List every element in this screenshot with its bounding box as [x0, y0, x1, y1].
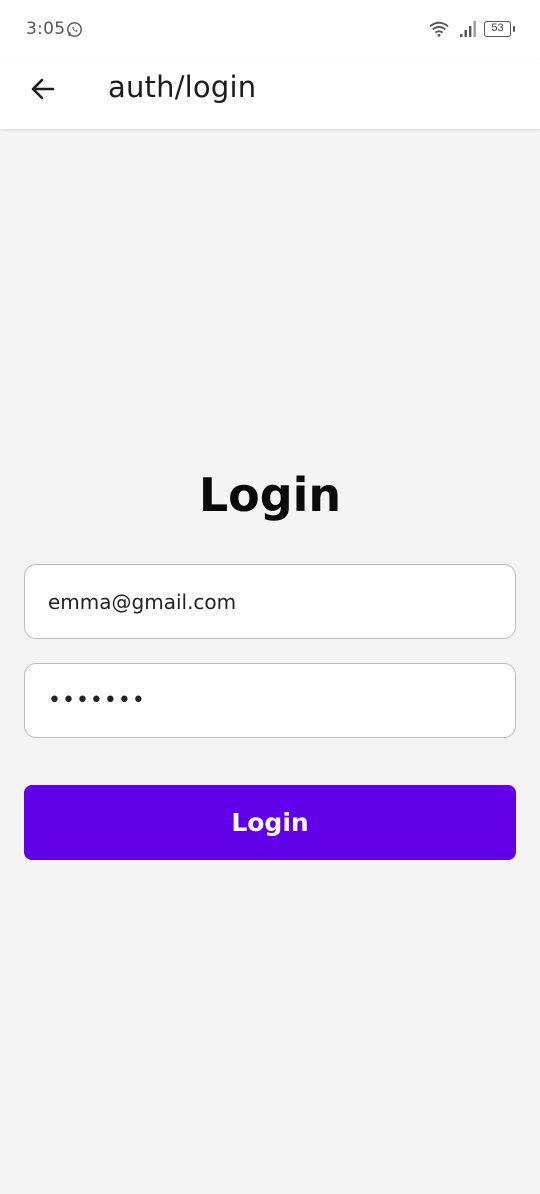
- login-button[interactable]: Login: [24, 785, 516, 860]
- status-bar: 3:05 53: [0, 0, 540, 60]
- password-field[interactable]: •••••••: [24, 663, 516, 738]
- arrow-left-icon[interactable]: [28, 74, 58, 104]
- login-heading: Login: [198, 468, 342, 522]
- whatsapp-icon: [67, 22, 82, 37]
- email-field[interactable]: emma@gmail.com: [24, 564, 516, 639]
- wifi-icon: [429, 21, 449, 37]
- app-bar: auth/login: [0, 60, 540, 129]
- page-title: auth/login: [108, 70, 257, 104]
- signal-icon: [460, 21, 476, 37]
- status-time: 3:05: [26, 19, 66, 39]
- battery-icon: 53: [484, 21, 515, 37]
